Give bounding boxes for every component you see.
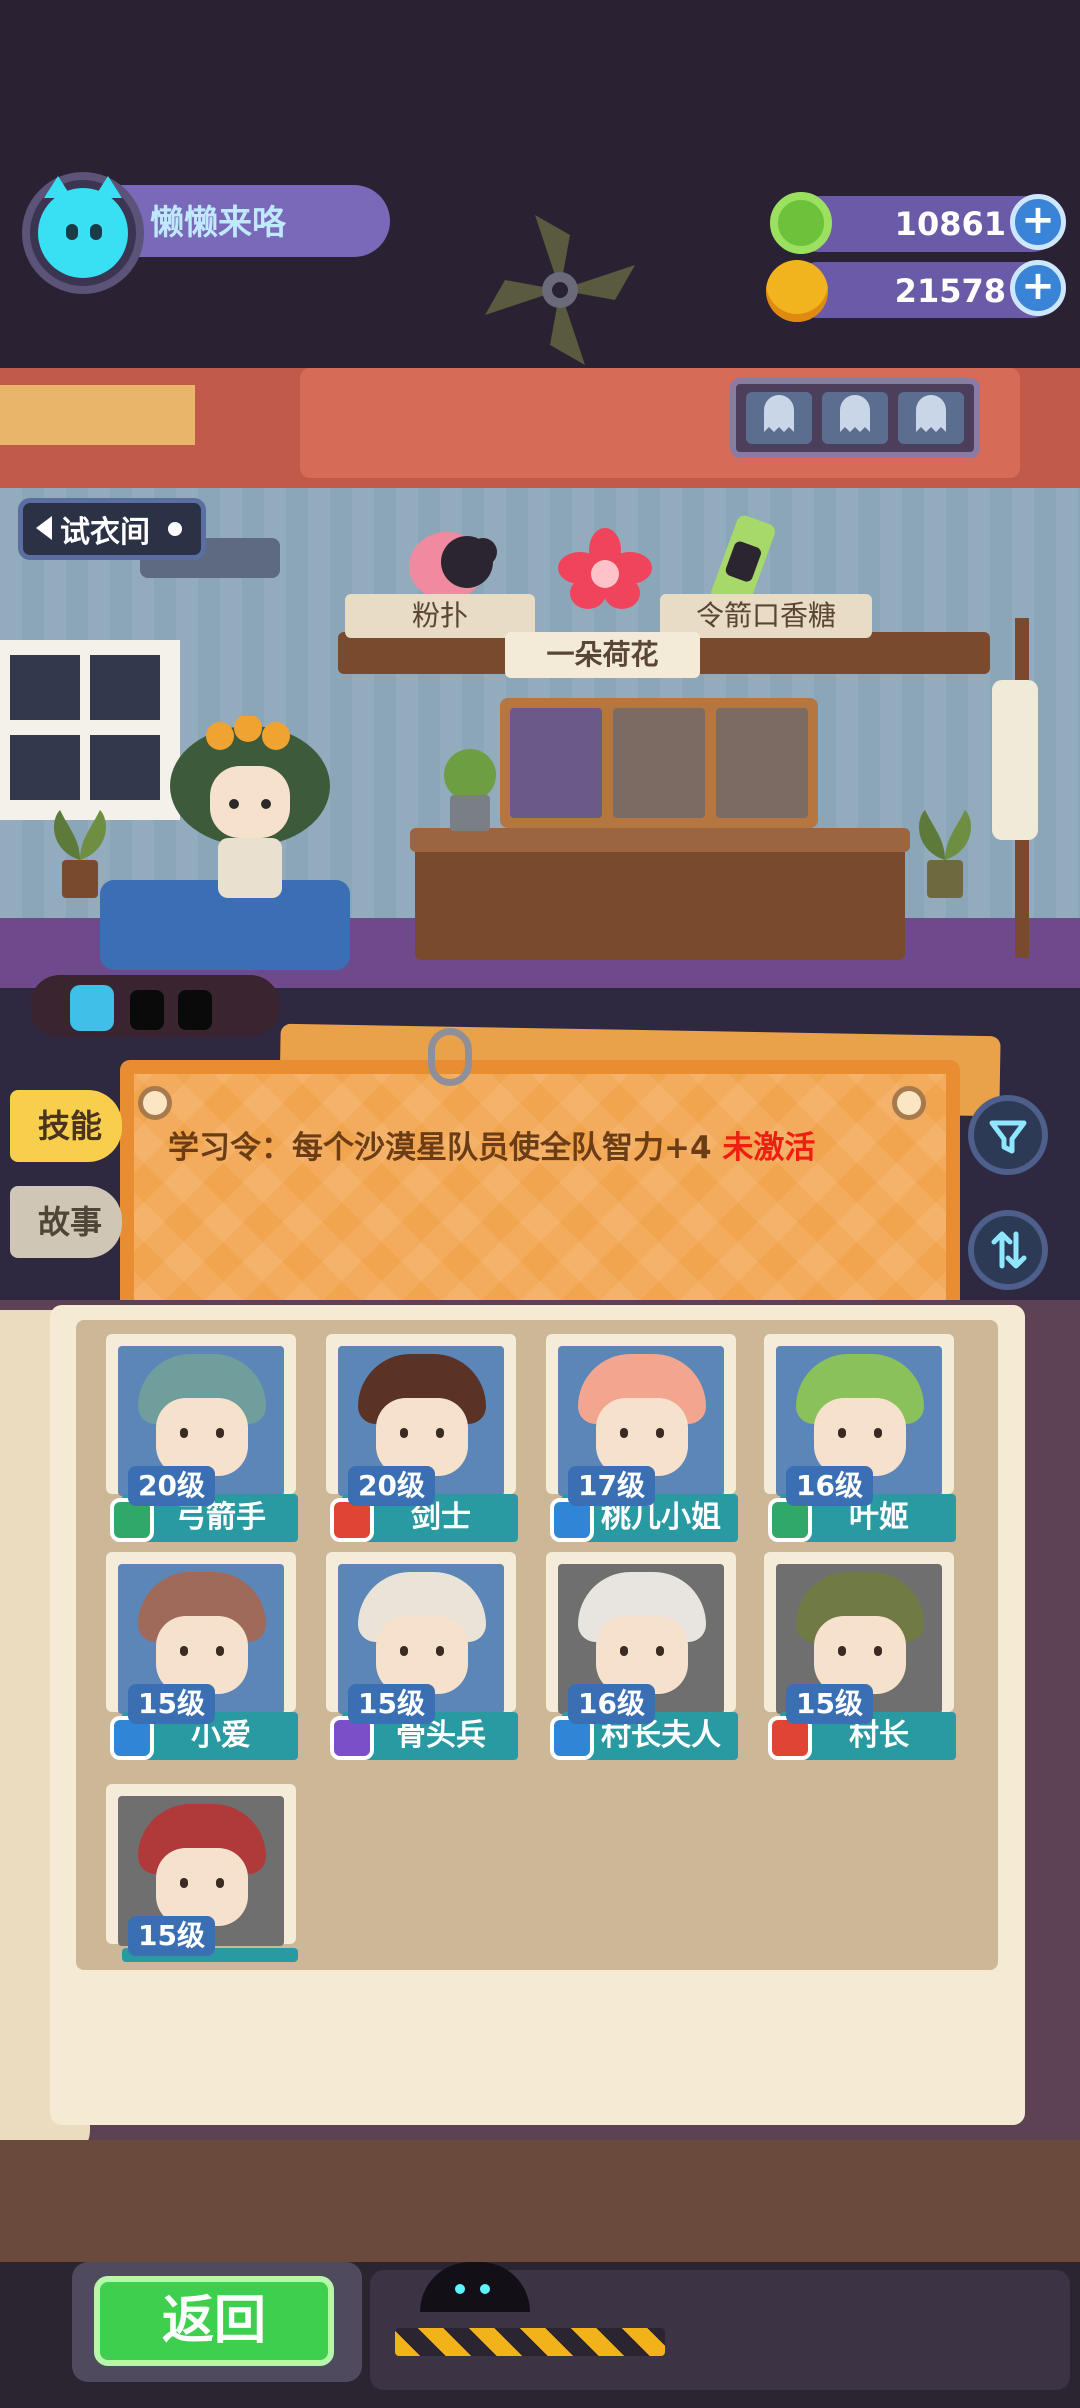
tab-skill[interactable]: 技能	[10, 1090, 122, 1162]
character-face	[376, 1398, 468, 1476]
character-eye	[838, 1428, 846, 1438]
filter-icon	[989, 1120, 1027, 1154]
character-eye	[216, 1646, 224, 1656]
character-eye	[838, 1646, 846, 1656]
character-card[interactable]: 村长 15级	[764, 1552, 956, 1770]
ghost-panel	[730, 378, 980, 458]
character-eye	[620, 1646, 628, 1656]
character-card[interactable]: 桃几小姐 17级	[546, 1334, 738, 1552]
tab-story[interactable]: 故事	[10, 1186, 122, 1258]
character-eye	[400, 1646, 408, 1656]
character-level: 17级	[568, 1466, 655, 1506]
planet-coin-icon	[766, 260, 828, 322]
character-level: 15级	[348, 1684, 435, 1724]
skill-description: 学习令：每个沙漠星队员使全队智力+4 未激活	[168, 1122, 815, 1167]
item-tag-lotus: 一朵荷花	[505, 632, 700, 678]
character-eye	[180, 1878, 188, 1888]
character-card[interactable]: 15级	[106, 1784, 298, 1964]
character-face	[156, 1398, 248, 1476]
character-card[interactable]: 叶姬 16级	[764, 1334, 956, 1552]
back-button[interactable]: 返回	[94, 2276, 334, 2366]
character-eye	[400, 1428, 408, 1438]
skill-text: 学习令：每个沙漠星队员使全队智力+4	[168, 1130, 712, 1166]
book-cover	[0, 2140, 1080, 2270]
planet-currency-value: 21578	[894, 272, 1006, 310]
cat-avatar-icon	[38, 176, 128, 278]
page-footer-text	[220, 2018, 980, 2048]
donut-currency-value: 10861	[894, 205, 1006, 243]
room-character[interactable]	[160, 716, 340, 926]
energy-slot	[130, 990, 164, 1030]
powder-puff-icon[interactable]	[405, 522, 505, 604]
dot-icon	[168, 522, 182, 536]
potted-plant-icon	[444, 749, 496, 831]
character-card[interactable]: 剑士 20级	[326, 1334, 518, 1552]
sort-icon	[991, 1231, 1027, 1269]
character-face	[156, 1616, 248, 1694]
character-level: 15级	[786, 1684, 873, 1724]
paper-clip-icon	[428, 1028, 472, 1086]
character-face	[814, 1398, 906, 1476]
character-level: 15级	[128, 1684, 215, 1724]
character-level: 15级	[128, 1916, 215, 1956]
character-eye	[180, 1646, 188, 1656]
character-face	[814, 1616, 906, 1694]
skill-status: 未激活	[722, 1130, 816, 1166]
character-eye	[216, 1878, 224, 1888]
add-planet-button[interactable]: +	[1010, 260, 1066, 316]
pin-icon	[892, 1086, 926, 1120]
character-card[interactable]: 小爱 15级	[106, 1552, 298, 1770]
player-name: 懒懒来咯	[150, 203, 286, 243]
character-face	[596, 1616, 688, 1694]
character-card[interactable]: 村长夫人 16级	[546, 1552, 738, 1770]
character-eye	[656, 1428, 664, 1438]
character-card[interactable]: 骨头兵 15级	[326, 1552, 518, 1770]
character-eye	[874, 1428, 882, 1438]
add-donut-button[interactable]: +	[1010, 194, 1066, 250]
display-case	[500, 698, 818, 828]
potted-plant-icon	[919, 810, 971, 898]
character-eye	[216, 1428, 224, 1438]
character-eye	[436, 1646, 444, 1656]
donut-coin-icon	[770, 192, 832, 254]
hanging-coat	[992, 680, 1038, 840]
board-pattern	[134, 1074, 946, 1311]
character-eye	[436, 1428, 444, 1438]
character-face	[596, 1398, 688, 1476]
pin-icon	[138, 1086, 172, 1120]
character-card[interactable]: 弓箭手 20级	[106, 1334, 298, 1552]
lotus-flower-icon[interactable]	[550, 528, 660, 618]
vent-panel	[0, 385, 195, 445]
energy-slot	[178, 990, 212, 1030]
fitting-room-label: 试衣间	[60, 515, 150, 550]
character-level: 16级	[786, 1466, 873, 1506]
character-face	[156, 1848, 248, 1926]
fan-icon	[485, 215, 635, 365]
character-eye	[656, 1646, 664, 1656]
left-arrow-icon	[36, 516, 52, 540]
character-eye	[620, 1428, 628, 1438]
item-tag-puff: 粉扑	[345, 594, 535, 638]
monster-eye	[455, 2284, 465, 2294]
character-level: 20级	[128, 1466, 215, 1506]
monster-eye	[480, 2284, 490, 2294]
hazard-stripe	[395, 2328, 665, 2356]
character-eye	[874, 1646, 882, 1656]
sort-button[interactable]	[968, 1210, 1048, 1290]
energy-bolt-icon	[70, 985, 114, 1031]
window	[0, 640, 180, 820]
character-eye	[180, 1428, 188, 1438]
character-level: 20级	[348, 1466, 435, 1506]
filter-button[interactable]	[968, 1095, 1048, 1175]
character-face	[376, 1616, 468, 1694]
character-level: 16级	[568, 1684, 655, 1724]
